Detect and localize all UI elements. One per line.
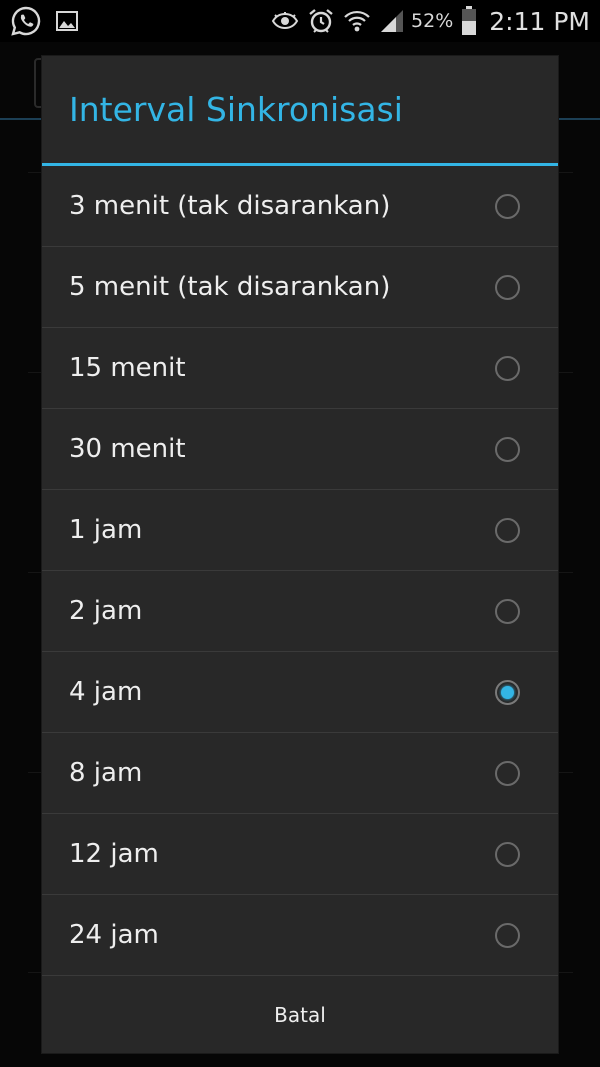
wifi-icon bbox=[343, 8, 371, 34]
radio-button[interactable] bbox=[495, 517, 520, 543]
clock: 2:11 PM bbox=[489, 6, 590, 36]
option-label: 15 menit bbox=[69, 353, 186, 383]
system-icons: 52% 2:11 PM bbox=[271, 4, 590, 38]
radio-button[interactable] bbox=[495, 760, 520, 786]
eye-icon bbox=[271, 11, 299, 31]
radio-button[interactable] bbox=[495, 841, 520, 867]
radio-button[interactable] bbox=[495, 922, 520, 948]
interval-option[interactable]: 15 menit bbox=[42, 328, 558, 409]
radio-button[interactable] bbox=[495, 598, 520, 624]
signal-icon bbox=[379, 8, 405, 34]
whatsapp-icon bbox=[10, 5, 42, 37]
dialog-button-bar: Batal bbox=[42, 976, 558, 1054]
interval-option[interactable]: 4 jam bbox=[42, 652, 558, 733]
interval-option[interactable]: 5 menit (tak disarankan) bbox=[42, 247, 558, 328]
option-label: 4 jam bbox=[69, 677, 143, 707]
cancel-button[interactable]: Batal bbox=[42, 976, 558, 1054]
option-label: 3 menit (tak disarankan) bbox=[69, 191, 391, 221]
radio-button-checked[interactable] bbox=[495, 679, 520, 705]
sync-interval-dialog: Interval Sinkronisasi 3 menit (tak disar… bbox=[42, 56, 558, 1053]
interval-option[interactable]: 3 menit (tak disarankan) bbox=[42, 166, 558, 247]
radio-button[interactable] bbox=[495, 274, 520, 300]
radio-button[interactable] bbox=[495, 355, 520, 381]
option-label: 2 jam bbox=[69, 596, 143, 626]
interval-options-list: 3 menit (tak disarankan) 5 menit (tak dis… bbox=[42, 166, 558, 976]
dialog-title: Interval Sinkronisasi bbox=[69, 90, 403, 129]
interval-option[interactable]: 1 jam bbox=[42, 490, 558, 571]
status-bar: 52% 2:11 PM bbox=[0, 0, 600, 42]
alarm-icon bbox=[307, 7, 335, 35]
radio-button[interactable] bbox=[495, 436, 520, 462]
screen: 52% 2:11 PM Interval Sinkronisasi 3 meni… bbox=[0, 0, 600, 1067]
option-label: 24 jam bbox=[69, 920, 159, 950]
option-label: 12 jam bbox=[69, 839, 159, 869]
interval-option[interactable]: 2 jam bbox=[42, 571, 558, 652]
battery-icon bbox=[461, 6, 477, 36]
interval-option[interactable]: 12 jam bbox=[42, 814, 558, 895]
interval-option[interactable]: 8 jam bbox=[42, 733, 558, 814]
option-label: 1 jam bbox=[69, 515, 143, 545]
radio-button[interactable] bbox=[495, 193, 520, 219]
notification-icons bbox=[10, 5, 78, 37]
gallery-icon bbox=[56, 11, 78, 31]
option-label: 5 menit (tak disarankan) bbox=[69, 272, 391, 302]
interval-option[interactable]: 30 menit bbox=[42, 409, 558, 490]
battery-percent: 52% bbox=[411, 10, 454, 32]
option-label: 8 jam bbox=[69, 758, 143, 788]
interval-option[interactable]: 24 jam bbox=[42, 895, 558, 976]
option-label: 30 menit bbox=[69, 434, 186, 464]
